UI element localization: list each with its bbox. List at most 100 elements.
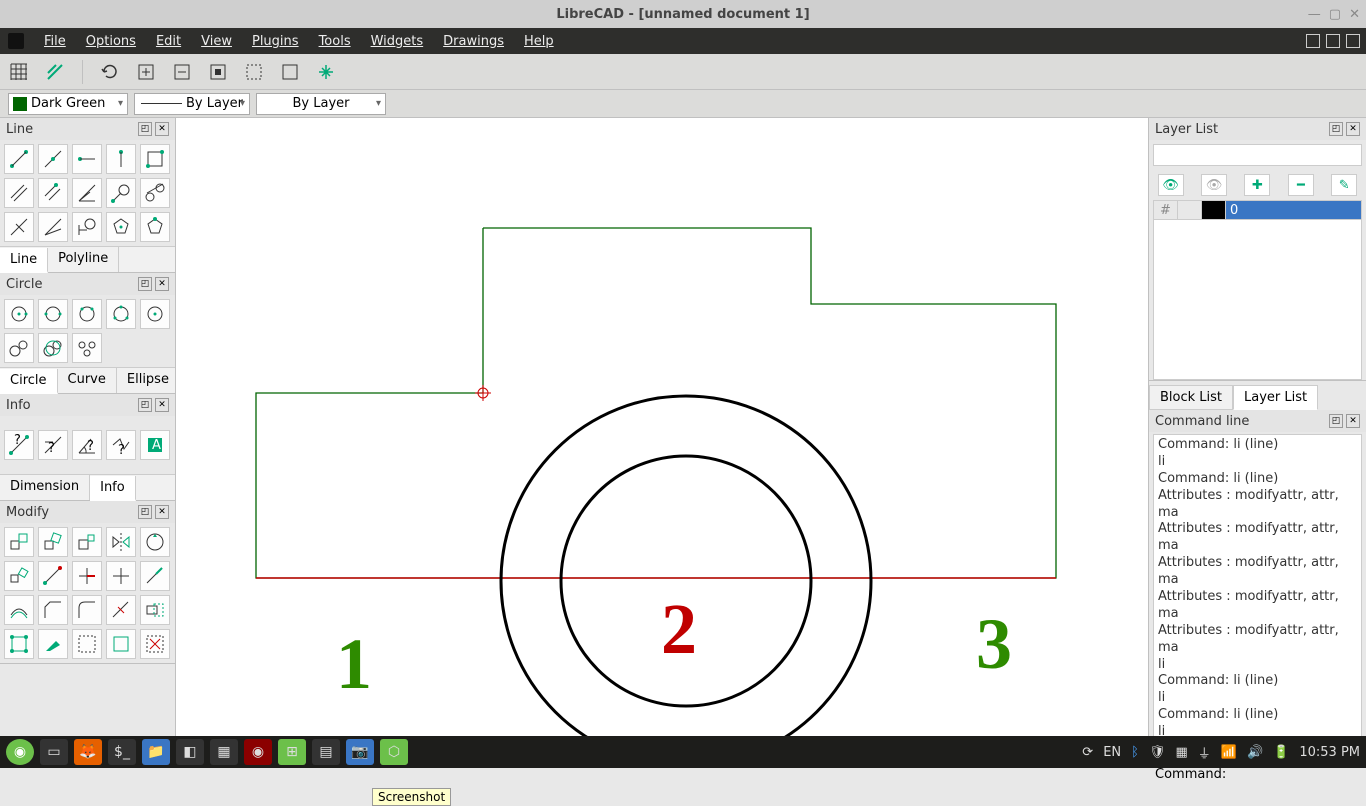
redraw-icon[interactable] (101, 63, 119, 81)
info-dist-point-point-icon[interactable]: ? (4, 430, 34, 460)
line-polygon-cor-icon[interactable] (140, 212, 170, 242)
modify-bevel-icon[interactable] (38, 595, 68, 625)
zoom-in-icon[interactable] (137, 63, 155, 81)
dock-float-icon[interactable]: ◰ (138, 122, 152, 136)
circle-tangent-2circles-icon[interactable] (4, 333, 34, 363)
layer-show-all-icon[interactable]: 👁 (1158, 174, 1184, 196)
tray-battery-icon[interactable]: 🔋 (1273, 745, 1289, 760)
layer-name[interactable]: 0 (1226, 201, 1361, 219)
tray-update-icon[interactable]: ⟳ (1082, 745, 1093, 760)
line-relative-angle-icon[interactable] (38, 212, 68, 242)
tray-shield-icon[interactable]: 🛡 (1149, 745, 1166, 760)
modify-divide-icon[interactable] (106, 595, 136, 625)
linewidth-selector[interactable]: By Layer ▾ (134, 93, 250, 115)
line-bisector-icon[interactable] (72, 178, 102, 208)
tray-volume-icon[interactable]: 🔊 (1247, 745, 1263, 760)
zoom-previous-icon[interactable] (245, 63, 263, 81)
color-selector[interactable]: Dark Green ▾ (8, 93, 128, 115)
line-angle-icon[interactable] (38, 144, 68, 174)
dock-float-icon[interactable]: ◰ (138, 277, 152, 291)
dock-close-icon[interactable]: ✕ (1346, 122, 1360, 136)
command-log[interactable]: Command: li (line) li Command: li (line)… (1153, 434, 1362, 761)
line-orthogonal-tangent-icon[interactable] (72, 212, 102, 242)
dock-float-icon[interactable]: ◰ (1329, 122, 1343, 136)
zoom-window-icon[interactable] (281, 63, 299, 81)
dock-close-icon[interactable]: ✕ (155, 277, 169, 291)
modify-trim2-icon[interactable] (106, 561, 136, 591)
line-tangent1-icon[interactable] (106, 178, 136, 208)
modify-attributes-icon[interactable] (38, 629, 68, 659)
taskbar-terminal-icon[interactable]: $_ (108, 739, 136, 765)
zoom-pan-icon[interactable] (317, 63, 335, 81)
dock-close-icon[interactable]: ✕ (155, 505, 169, 519)
menu-view[interactable]: View (201, 34, 232, 49)
modify-fillet-icon[interactable] (72, 595, 102, 625)
mdi-close-icon[interactable] (1346, 34, 1360, 48)
line-parallel-icon[interactable] (38, 178, 68, 208)
modify-scale-icon[interactable] (72, 527, 102, 557)
command-input[interactable] (1230, 767, 1366, 782)
modify-stretch-icon[interactable] (140, 595, 170, 625)
layer-lock-icon[interactable] (1178, 201, 1202, 219)
circle-center-point-icon[interactable] (4, 299, 34, 329)
line-vertical-icon[interactable] (106, 144, 136, 174)
circle-tangent-3-icon[interactable] (72, 333, 102, 363)
tray-bluetooth-icon[interactable]: ᛒ (1131, 745, 1139, 760)
menu-drawings[interactable]: Drawings (443, 34, 504, 49)
taskbar-app-4-icon[interactable]: ⊞ (278, 739, 306, 765)
start-menu-icon[interactable]: ◉ (6, 739, 34, 765)
layer-remove-icon[interactable]: ━ (1288, 174, 1314, 196)
taskbar-app-2-icon[interactable]: ▦ (210, 739, 238, 765)
modify-explode-text-icon[interactable] (72, 629, 102, 659)
modify-rotate-icon[interactable] (38, 527, 68, 557)
modify-explode-icon[interactable] (106, 629, 136, 659)
menu-file[interactable]: File (44, 34, 66, 49)
taskbar-app-3-icon[interactable]: ◉ (244, 739, 272, 765)
menu-options[interactable]: Options (86, 34, 136, 49)
line-parallel-through-icon[interactable] (4, 178, 34, 208)
menu-help[interactable]: Help (524, 34, 554, 49)
modify-offset-icon[interactable] (4, 595, 34, 625)
dock-close-icon[interactable]: ✕ (1346, 414, 1360, 428)
window-minimize-icon[interactable]: — (1308, 7, 1321, 22)
tab-line[interactable]: Line (0, 248, 48, 273)
modify-move-rotate-icon[interactable] (140, 527, 170, 557)
layer-color-swatch[interactable] (1202, 201, 1226, 219)
line-tangent2-icon[interactable] (140, 178, 170, 208)
window-maximize-icon[interactable]: ▢ (1329, 7, 1341, 22)
tray-clock[interactable]: 10:53 PM (1299, 745, 1360, 760)
modify-move-icon[interactable] (4, 527, 34, 557)
layer-row[interactable]: # 0 (1153, 200, 1362, 220)
tray-lang-indicator[interactable]: EN (1103, 745, 1121, 760)
line-polygon-cen-icon[interactable] (106, 212, 136, 242)
circle-tangent-2circles-radius-icon[interactable] (38, 333, 68, 363)
modify-delete-icon[interactable] (140, 629, 170, 659)
tab-info[interactable]: Info (90, 476, 136, 501)
modify-revert-icon[interactable] (38, 561, 68, 591)
taskbar-firefox-icon[interactable]: 🦊 (74, 739, 102, 765)
tray-gpu-icon[interactable]: ▦ (1175, 745, 1187, 760)
modify-mirror-icon[interactable] (106, 527, 136, 557)
menu-widgets[interactable]: Widgets (371, 34, 424, 49)
dock-float-icon[interactable]: ◰ (138, 505, 152, 519)
modify-rotate2-icon[interactable] (4, 561, 34, 591)
tab-block-list[interactable]: Block List (1149, 385, 1233, 410)
info-dist-entity-point-icon[interactable]: ? (38, 430, 68, 460)
menu-plugins[interactable]: Plugins (252, 34, 299, 49)
window-close-icon[interactable]: ✕ (1349, 7, 1360, 22)
layer-filter-input[interactable] (1153, 144, 1362, 166)
tab-polyline[interactable]: Polyline (48, 247, 119, 272)
draft-mode-icon[interactable] (46, 63, 64, 81)
menu-edit[interactable]: Edit (156, 34, 181, 49)
taskbar-files-icon[interactable]: 📁 (142, 739, 170, 765)
taskbar-app-5-icon[interactable]: ▤ (312, 739, 340, 765)
mdi-restore-icon[interactable] (1326, 34, 1340, 48)
info-angle-icon[interactable]: ? (72, 430, 102, 460)
modify-trim-amount-icon[interactable] (140, 561, 170, 591)
line-rectangle-icon[interactable] (140, 144, 170, 174)
dock-float-icon[interactable]: ◰ (1329, 414, 1343, 428)
zoom-out-icon[interactable] (173, 63, 191, 81)
circle-center-radius-icon[interactable] (140, 299, 170, 329)
grid-toggle-icon[interactable] (10, 63, 28, 81)
menu-tools[interactable]: Tools (319, 34, 351, 49)
